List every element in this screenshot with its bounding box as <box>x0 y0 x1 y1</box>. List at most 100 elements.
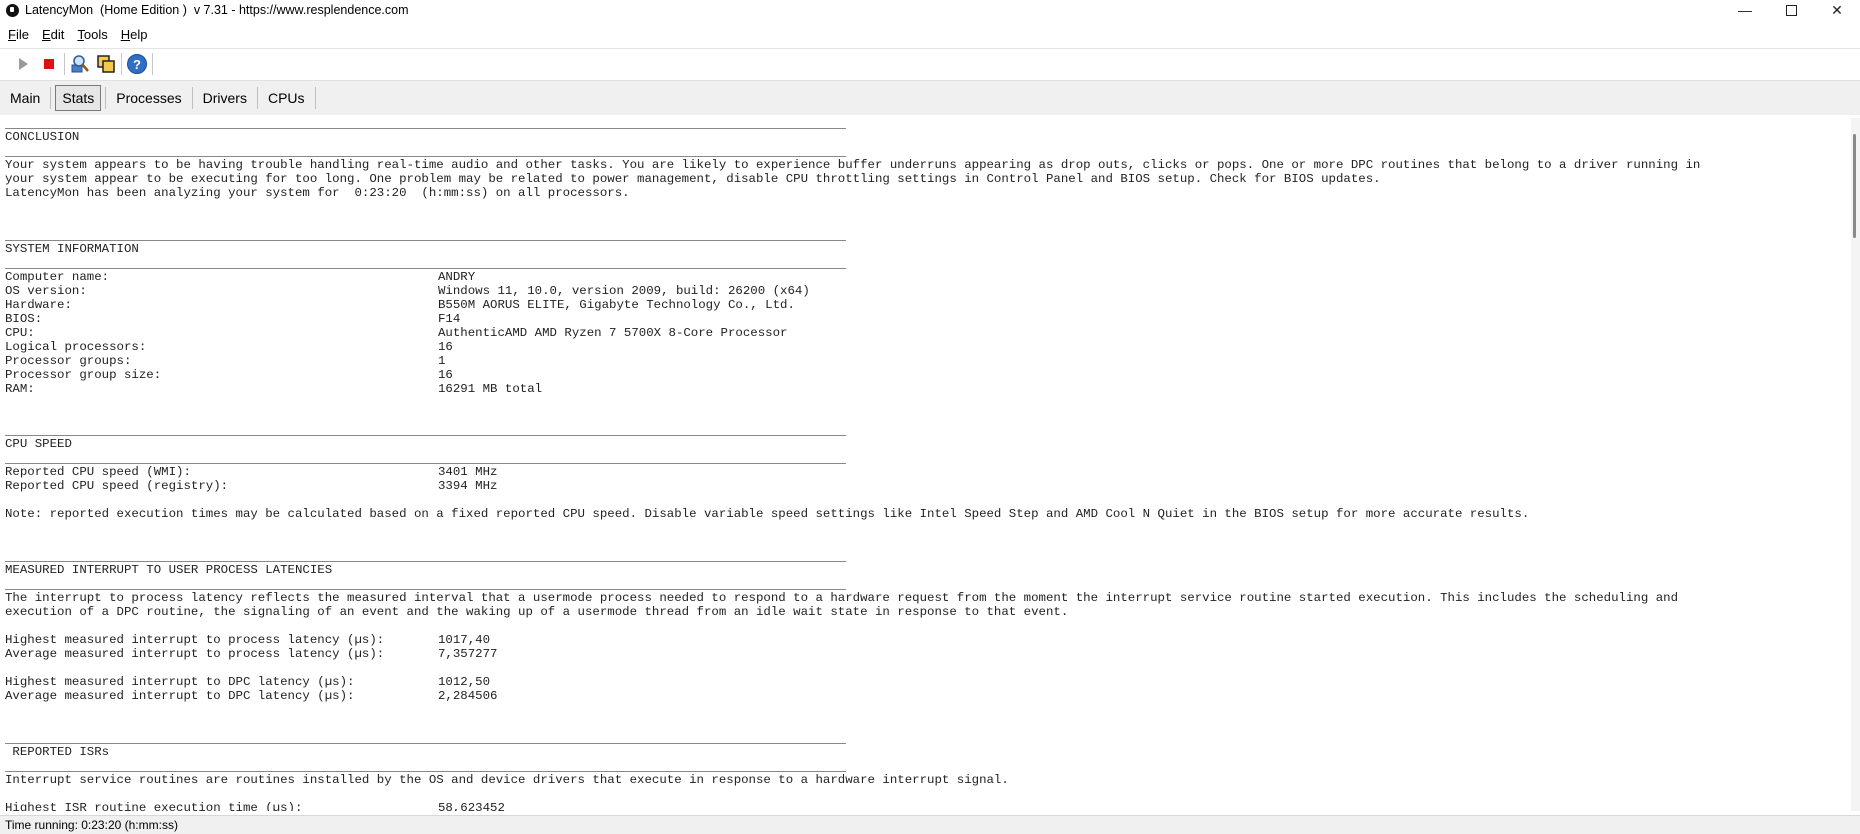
menu-help-label: elp <box>130 26 148 42</box>
info-value: Windows 11, 10.0, version 2009, build: 2… <box>438 284 810 298</box>
section-rule <box>5 771 846 772</box>
section-rule <box>5 589 846 590</box>
toolbar-separator <box>64 53 65 75</box>
info-value: 16291 MB total <box>438 382 543 396</box>
help-icon: ? <box>127 54 147 74</box>
start-button[interactable] <box>12 53 34 75</box>
minimize-icon: — <box>1738 2 1752 18</box>
info-value: B550M AORUS ELITE, Gigabyte Technology C… <box>438 298 795 312</box>
section-rule <box>5 156 846 157</box>
info-value: 1012,50 <box>438 675 491 689</box>
tab-processes-label: Processes <box>116 90 182 106</box>
section-rule <box>5 240 846 241</box>
info-label: Highest measured interrupt to DPC latenc… <box>5 675 355 689</box>
tab-separator <box>50 87 52 109</box>
tab-main-label: Main <box>10 90 41 106</box>
info-value: 3401 MHz <box>438 465 498 479</box>
menu-file[interactable]: File <box>3 27 34 42</box>
tab-processes[interactable]: Processes <box>110 86 187 110</box>
help-button[interactable]: ? <box>126 53 148 75</box>
section-rule <box>5 463 846 464</box>
info-label: RAM: <box>5 382 35 396</box>
tab-bar: Main Stats Processes Drivers CPUs <box>0 80 1860 115</box>
toolbar-separator <box>152 53 153 75</box>
info-label: Hardware: <box>5 298 72 312</box>
play-icon <box>18 58 28 70</box>
menu-file-accelerator: F <box>8 26 16 42</box>
title-bar: LatencyMon (Home Edition ) v 7.31 - http… <box>0 0 1860 20</box>
tools-button[interactable] <box>69 53 91 75</box>
copy-icon <box>97 55 115 73</box>
section-rule <box>5 743 846 744</box>
conclusion-text-line: Your system appears to be having trouble… <box>5 158 1701 172</box>
info-value: 3394 MHz <box>438 479 498 493</box>
section-heading-cpu-speed: CPU SPEED <box>5 437 72 451</box>
info-label: Reported CPU speed (WMI): <box>5 465 191 479</box>
tab-stats[interactable]: Stats <box>55 85 102 111</box>
menu-tools-label: ools <box>83 26 108 42</box>
info-value: 16 <box>438 368 453 382</box>
section-heading-isrs: REPORTED ISRs <box>5 745 110 759</box>
menu-bar: File Edit Tools Help <box>0 24 1860 44</box>
status-bar: Time running: 0:23:20 (h:mm:ss) <box>0 815 1860 834</box>
info-value: 1017,40 <box>438 633 491 647</box>
tab-drivers[interactable]: Drivers <box>197 86 253 110</box>
info-value: ANDRY <box>438 270 476 284</box>
info-label: Processor group size: <box>5 368 162 382</box>
info-label: CPU: <box>5 326 35 340</box>
maximize-icon <box>1785 4 1797 16</box>
window-title: LatencyMon (Home Edition ) v 7.31 - http… <box>25 3 409 17</box>
info-label: Average measured interrupt to DPC latenc… <box>5 689 355 703</box>
info-value: AuthenticAMD AMD Ryzen 7 5700X 8-Core Pr… <box>438 326 788 340</box>
tab-cpus-label: CPUs <box>267 90 305 106</box>
isr-text-line: Interrupt service routines are routines … <box>5 773 1009 787</box>
info-label: Average measured interrupt to process la… <box>5 647 385 661</box>
tab-cpus[interactable]: CPUs <box>262 86 311 110</box>
section-rule <box>5 268 846 269</box>
tab-separator <box>191 87 193 109</box>
scrollbar-thumb[interactable] <box>1853 134 1856 238</box>
menu-edit-label: dit <box>50 26 65 42</box>
stop-button[interactable] <box>38 53 60 75</box>
conclusion-text-line: LatencyMon has been analyzing your syste… <box>5 186 630 200</box>
status-text: Time running: 0:23:20 (h:mm:ss) <box>5 818 178 832</box>
latency-text-line: The interrupt to process latency reflect… <box>5 591 1679 605</box>
tab-separator <box>314 87 316 109</box>
toolbar-separator <box>121 53 122 75</box>
info-label: BIOS: <box>5 312 43 326</box>
info-value: F14 <box>438 312 461 326</box>
info-label: Highest measured interrupt to process la… <box>5 633 385 647</box>
window-controls: — ✕ <box>1722 0 1860 20</box>
minimize-button[interactable]: — <box>1722 0 1768 20</box>
vertical-scrollbar[interactable] <box>1851 118 1860 811</box>
info-value: 7,357277 <box>438 647 498 661</box>
section-heading-latencies: MEASURED INTERRUPT TO USER PROCESS LATEN… <box>5 563 333 577</box>
menu-edit[interactable]: Edit <box>37 27 69 42</box>
menu-edit-accelerator: E <box>41 26 51 42</box>
latency-text-line: execution of a DPC routine, the signalin… <box>5 605 1069 619</box>
info-label: Logical processors: <box>5 340 147 354</box>
section-rule <box>5 128 846 129</box>
copy-button[interactable] <box>95 53 117 75</box>
info-value: 1 <box>438 354 446 368</box>
conclusion-text-line: your system appear to be executing for t… <box>5 172 1381 186</box>
section-rule <box>5 561 846 562</box>
analyze-icon <box>71 55 89 73</box>
toolbar: ? <box>0 48 1860 79</box>
menu-tools[interactable]: Tools <box>72 27 112 42</box>
app-icon <box>6 3 19 17</box>
info-label: Highest ISR routine execution time (µs): <box>5 801 303 811</box>
menu-help-accelerator: H <box>120 26 131 42</box>
report-view[interactable]: CONCLUSION Your system appears to be hav… <box>0 118 1851 811</box>
menu-help[interactable]: Help <box>116 27 153 42</box>
section-heading-conclusion: CONCLUSION <box>5 130 80 144</box>
maximize-button[interactable] <box>1768 0 1814 20</box>
stop-icon <box>44 59 54 69</box>
info-label: Computer name: <box>5 270 110 284</box>
section-rule <box>5 435 846 436</box>
info-label: Reported CPU speed (registry): <box>5 479 229 493</box>
menu-file-label: ile <box>15 26 29 42</box>
close-button[interactable]: ✕ <box>1814 0 1860 20</box>
tab-main[interactable]: Main <box>4 86 46 110</box>
info-value: 58,623452 <box>438 801 505 811</box>
